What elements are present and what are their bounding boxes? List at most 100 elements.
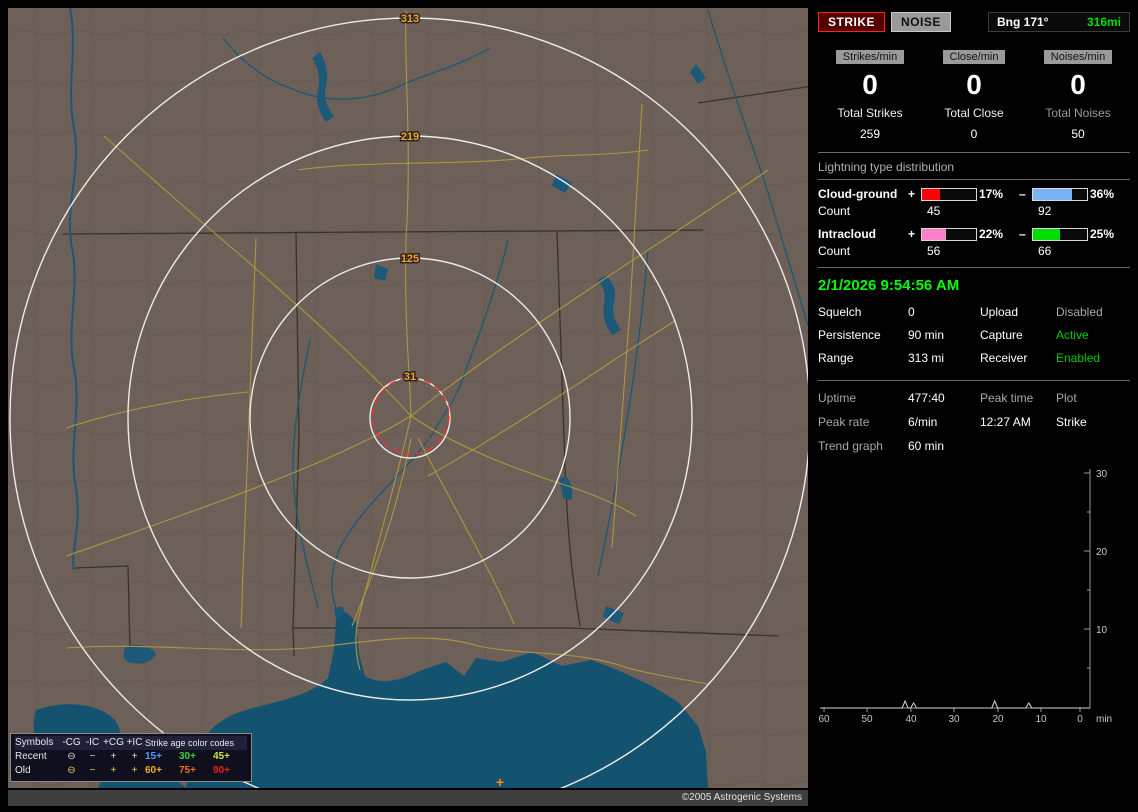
- legend-col-pos-ic: +IC: [126, 737, 143, 748]
- panel-header: STRIKE NOISE Bng 171° 316mi: [818, 8, 1130, 40]
- total-strikes-value: 259: [859, 127, 881, 141]
- range-ring-label: 313: [401, 13, 419, 25]
- legend-header: Symbols -CG -IC +CG +IC Strike age color…: [15, 736, 247, 750]
- age-code: 15+: [145, 751, 162, 762]
- count-label: Count: [818, 244, 851, 258]
- neg-cg-count: 92: [1038, 204, 1052, 218]
- plus-sign: +: [908, 227, 916, 241]
- lightning-distribution: Lightning type distribution Cloud-ground…: [818, 153, 1130, 258]
- legend-symbols-title: Symbols: [15, 737, 54, 748]
- pos-ic-bar: [921, 227, 977, 241]
- rate-summary: Strikes/min 0 Total Strikes 259 Close/mi…: [818, 40, 1130, 145]
- receiver-label: Receiver: [980, 351, 1028, 365]
- count-label: Count: [818, 204, 851, 218]
- status-grid: Squelch 0 Upload Disabled Persistence 90…: [818, 301, 1130, 373]
- peak-rate-label: Peak rate: [818, 415, 870, 429]
- legend-col-neg-cg: -CG: [62, 737, 81, 748]
- legend-age-title: Strike age color codes: [145, 738, 235, 748]
- range-ring-label: 31: [404, 371, 416, 383]
- neg-cg-symbol: ⊖: [67, 751, 76, 762]
- bearing-range-value: 316mi: [1086, 15, 1121, 29]
- x-tick-label: 30: [948, 714, 960, 725]
- peak-time-label: Peak time: [980, 391, 1034, 405]
- legend-row-label: Recent: [15, 751, 47, 762]
- distribution-title: Lightning type distribution: [818, 153, 1130, 180]
- x-tick-label: 0: [1077, 714, 1083, 725]
- nexstorm-window: + 313 219 125 31 Symbols -CG -IC +CG +IC…: [0, 0, 1138, 812]
- map-area: + 313 219 125 31 Symbols -CG -IC +CG +IC…: [8, 8, 808, 806]
- pos-cg-percent: 17%: [979, 187, 1004, 201]
- y-tick-label: 20: [1096, 547, 1108, 558]
- trend-axes: [820, 469, 1091, 712]
- type-name: Intracloud: [818, 227, 877, 241]
- noises-per-min-chip: Noises/min: [1043, 50, 1113, 64]
- trend-graph-label: Trend graph: [818, 439, 883, 453]
- age-code: 75+: [179, 765, 196, 776]
- close-per-min-value: 0: [966, 69, 982, 100]
- age-code: 30+: [179, 751, 196, 762]
- pos-ic-count: 56: [927, 244, 941, 258]
- strikes-per-min-value: 0: [862, 69, 878, 100]
- noises-per-min-column: Noises/min 0 Total Noises 50: [1026, 50, 1130, 141]
- neg-cg-symbol: ⊖: [67, 765, 76, 776]
- peak-time-value: 12:27 AM: [980, 415, 1031, 429]
- range-label: Range: [818, 351, 854, 365]
- x-axis-unit: min: [1096, 714, 1112, 725]
- strikes-per-min-column: Strikes/min 0 Total Strikes 259: [818, 50, 922, 141]
- cloud-ground-count-row: Count 45 92: [818, 204, 1130, 218]
- age-code: 90+: [213, 765, 230, 776]
- age-code: 45+: [213, 751, 230, 762]
- trend-graph: 30 20 10 60 50 40 30 20 10 0 min: [818, 469, 1112, 725]
- neg-ic-symbol: −: [89, 765, 96, 776]
- plus-sign: +: [908, 187, 916, 201]
- type-name: Cloud-ground: [818, 187, 898, 201]
- pos-cg-bar: [921, 187, 977, 201]
- neg-ic-count: 66: [1038, 244, 1052, 258]
- noise-button[interactable]: NOISE: [891, 12, 951, 32]
- legend-col-neg-ic: -IC: [85, 737, 100, 748]
- lightning-map[interactable]: + 313 219 125 31: [8, 8, 808, 788]
- pos-ic-symbol: +: [131, 751, 138, 762]
- total-noises-label: Total Noises: [1045, 106, 1111, 120]
- strikes-per-min-chip: Strikes/min: [835, 50, 905, 64]
- legend-row-recent: Recent ⊖ − + + 15+ 30+ 45+: [15, 750, 247, 764]
- neg-ic-percent: 25%: [1090, 227, 1115, 241]
- plot-label: Plot: [1056, 391, 1077, 405]
- control-panel: STRIKE NOISE Bng 171° 316mi Strikes/min …: [818, 8, 1130, 806]
- squelch-label: Squelch: [818, 305, 862, 319]
- age-code: 60+: [145, 765, 162, 776]
- pos-cg-symbol: +: [110, 765, 117, 776]
- neg-ic-symbol: −: [89, 751, 96, 762]
- total-close-value: 0: [970, 127, 978, 141]
- persistence-value: 90 min: [908, 328, 945, 342]
- intracloud-count-row: Count 56 66: [818, 244, 1130, 258]
- x-tick-label: 10: [1035, 714, 1047, 725]
- x-tick-label: 40: [905, 714, 917, 725]
- legend-row-old: Old ⊖ − + + 60+ 75+ 90+: [15, 764, 247, 778]
- upload-status: Disabled: [1056, 305, 1103, 319]
- strike-symbol: +: [496, 774, 504, 788]
- plot-value: Strike: [1056, 415, 1087, 429]
- capture-label: Capture: [980, 328, 1023, 342]
- neg-ic-bar: [1032, 227, 1088, 241]
- y-tick-label: 30: [1096, 469, 1108, 480]
- close-per-min-column: Close/min 0 Total Close 0: [922, 50, 1026, 141]
- trend-graph-value: 60 min: [908, 439, 945, 453]
- squelch-value: 0: [908, 305, 915, 319]
- capture-status: Active: [1056, 328, 1089, 342]
- x-tick-label: 60: [818, 714, 830, 725]
- neg-cg-bar: [1032, 187, 1088, 201]
- peak-rate-value: 6/min: [908, 415, 938, 429]
- range-value: 313 mi: [908, 351, 945, 365]
- current-datetime: 2/1/2026 9:54:56 AM: [818, 277, 960, 294]
- strike-button[interactable]: STRIKE: [818, 12, 886, 32]
- pos-ic-symbol: +: [131, 765, 138, 776]
- total-noises-value: 50: [1071, 127, 1085, 141]
- uptime-label: Uptime: [818, 391, 857, 405]
- legend-row-label: Old: [15, 765, 31, 776]
- bearing-value: Bng 171°: [997, 15, 1049, 29]
- y-tick-label: 10: [1096, 625, 1108, 636]
- bearing-display: Bng 171° 316mi: [988, 12, 1130, 32]
- x-tick-label: 50: [861, 714, 873, 725]
- status-bar: ©2005 Astrogenic Systems: [8, 790, 808, 806]
